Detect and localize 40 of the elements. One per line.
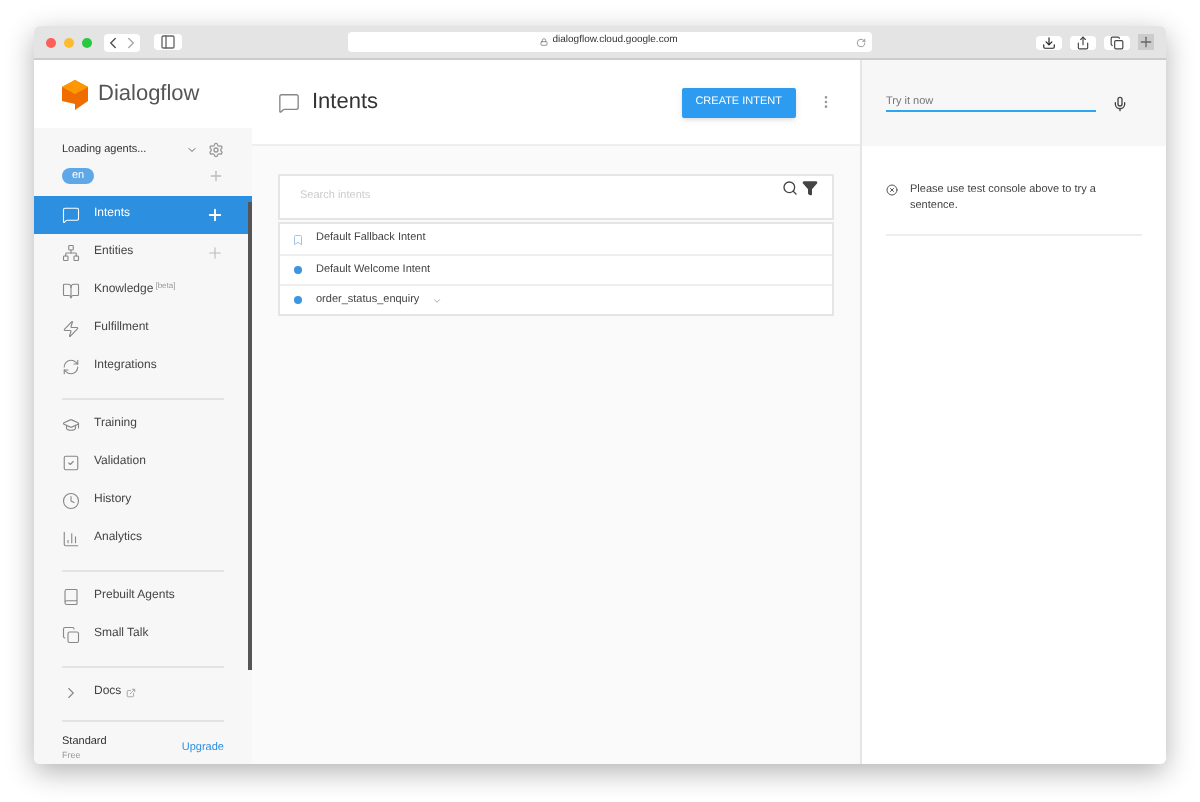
lock-icon xyxy=(540,38,549,46)
share-button[interactable] xyxy=(1070,35,1096,49)
new-tab-icon[interactable] xyxy=(1138,34,1154,50)
tabs-button[interactable] xyxy=(1104,35,1130,49)
close-window-icon[interactable] xyxy=(46,37,56,47)
external-link-icon xyxy=(125,688,136,698)
chevron-right-icon xyxy=(62,684,80,702)
dropdown-caret-icon[interactable] xyxy=(186,143,198,156)
back-icon[interactable] xyxy=(104,33,122,51)
book-icon xyxy=(62,588,80,606)
chat-icon xyxy=(62,206,80,224)
settings-icon[interactable] xyxy=(208,141,224,158)
sync-icon xyxy=(62,358,80,376)
back-forward-buttons[interactable] xyxy=(104,33,140,51)
filter-icon[interactable] xyxy=(802,180,818,196)
hierarchy-icon xyxy=(62,244,80,262)
maximize-window-icon[interactable] xyxy=(82,37,92,47)
page-title: Intents xyxy=(312,87,381,118)
logo-text: Dialogflow xyxy=(98,79,200,110)
minimize-window-icon[interactable] xyxy=(64,37,74,47)
graduation-cap-icon xyxy=(62,416,80,434)
close-circle-icon xyxy=(886,184,898,196)
chevron-down-icon[interactable] xyxy=(431,295,442,305)
logo-icon xyxy=(62,79,88,110)
checkbox-icon xyxy=(62,454,80,472)
add-icon[interactable] xyxy=(206,206,224,224)
sidebar-toggle-button[interactable] xyxy=(154,34,182,50)
microphone-icon[interactable] xyxy=(1112,95,1128,111)
chat-icon xyxy=(278,91,300,113)
add-icon[interactable] xyxy=(208,167,224,184)
book-icon xyxy=(62,282,80,300)
clock-icon xyxy=(62,492,80,510)
search-icon[interactable] xyxy=(782,180,798,196)
chart-icon xyxy=(62,530,80,548)
bookmark-icon xyxy=(292,233,304,245)
copy-icon xyxy=(62,626,80,644)
bolt-icon xyxy=(62,320,80,338)
reload-icon[interactable] xyxy=(855,37,865,47)
scrollbar[interactable] xyxy=(248,202,252,670)
download-button[interactable] xyxy=(1036,35,1062,49)
